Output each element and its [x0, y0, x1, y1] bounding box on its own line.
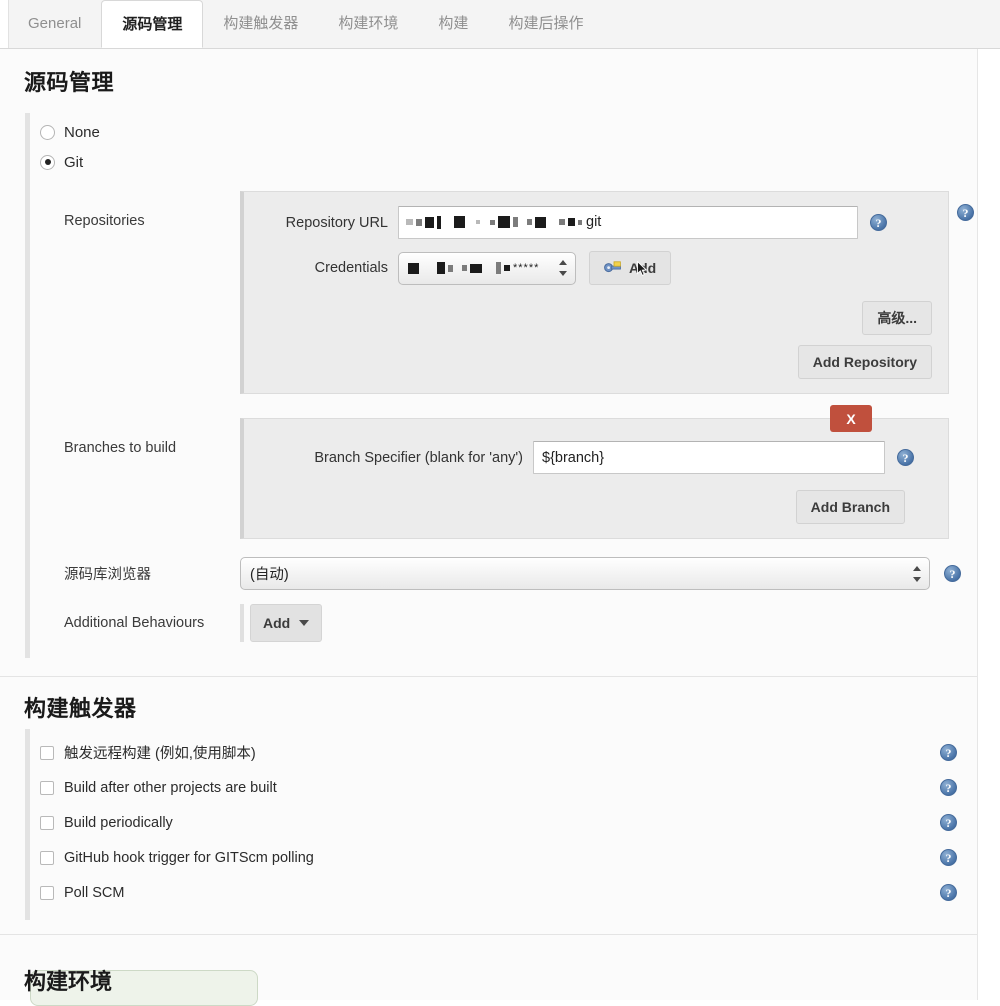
help-icon-build-after-other-projects[interactable]: ?: [940, 779, 957, 796]
advanced-button-row: 高级...: [258, 301, 932, 335]
credentials-redacted-value: *****: [408, 262, 539, 274]
repository-url-input[interactable]: [398, 206, 858, 239]
branches-row: Branches to build X Branch Specifier (bl…: [30, 405, 977, 539]
credentials-select[interactable]: *****: [398, 251, 576, 285]
repository-browser-select[interactable]: (自动): [240, 557, 930, 590]
credentials-masked-text: *****: [513, 262, 540, 274]
repository-browser-value: (自动): [250, 567, 289, 583]
trigger-build-periodically-label: Build periodically: [64, 814, 173, 831]
scm-option-git[interactable]: Git: [30, 147, 977, 177]
config-tabbar: General 源码管理 构建触发器 构建环境 构建 构建后操作: [0, 0, 1000, 49]
help-icon-poll-scm[interactable]: ?: [940, 884, 957, 901]
trigger-github-hook[interactable]: GitHub hook trigger for GITScm polling ?: [30, 840, 977, 875]
repositories-row: Repositories ? Repository URL git ? Cred…: [30, 191, 977, 394]
chevron-updown-icon: [559, 259, 568, 277]
trigger-remote-build[interactable]: 触发远程构建 (例如,使用脚本) ?: [30, 735, 977, 770]
repository-url-row: Repository URL git ?: [258, 206, 932, 239]
scm-option-none-label: None: [64, 123, 100, 141]
scm-section-title: 源码管理: [24, 70, 115, 95]
tab-build-environment[interactable]: 构建环境: [318, 0, 418, 48]
config-content: 源码管理 None Git Repositories ? Repository …: [0, 49, 978, 1006]
checkbox-build-after-other-projects[interactable]: [40, 780, 54, 795]
scm-block: None Git Repositories ? Repository URL g…: [25, 113, 977, 658]
branch-specifier-label: Branch Specifier (blank for 'any'): [314, 449, 523, 466]
delete-branch-button[interactable]: X: [830, 405, 872, 432]
trigger-poll-scm-label: Poll SCM: [64, 884, 125, 901]
help-icon-repository-browser[interactable]: ?: [944, 565, 961, 582]
tab-build-triggers[interactable]: 构建触发器: [203, 0, 318, 48]
add-credentials-button[interactable]: Add: [589, 251, 672, 285]
chevron-down-icon: [299, 620, 310, 626]
chevron-updown-icon-browser: [913, 565, 922, 583]
scm-option-none[interactable]: None: [30, 117, 977, 147]
additional-behaviours-add-wrap: Add: [240, 604, 323, 642]
help-icon-github-hook[interactable]: ?: [940, 849, 957, 866]
additional-behaviours-add-button[interactable]: Add: [250, 604, 323, 642]
repository-browser-label: 源码库浏览器: [64, 567, 151, 583]
credentials-row: Credentials ***** Add: [258, 251, 932, 285]
help-icon-trigger-remote-build[interactable]: ?: [940, 744, 957, 761]
trigger-build-after-other-projects-label: Build after other projects are built: [64, 779, 277, 796]
build-env-section-title: 构建环境: [24, 969, 113, 994]
additional-behaviours-add-label: Add: [263, 615, 291, 631]
tab-post-build-actions[interactable]: 构建后操作: [488, 0, 603, 48]
radio-git[interactable]: [40, 154, 55, 170]
tab-general[interactable]: General: [8, 0, 101, 48]
checkbox-build-periodically[interactable]: [40, 815, 54, 830]
add-credentials-button-label: Add: [629, 260, 657, 276]
help-icon-repositories[interactable]: ?: [957, 204, 974, 221]
additional-behaviours-row: Additional Behaviours Add: [40, 604, 977, 642]
branch-specifier-input[interactable]: [533, 441, 885, 474]
trigger-remote-build-label: 触发远程构建 (例如,使用脚本): [64, 746, 256, 762]
repositories-label: Repositories: [64, 213, 145, 229]
trigger-github-hook-label: GitHub hook trigger for GITScm polling: [64, 849, 314, 866]
checkbox-poll-scm[interactable]: [40, 885, 54, 900]
additional-behaviours-label: Additional Behaviours: [64, 615, 205, 631]
tab-scm[interactable]: 源码管理: [101, 0, 204, 48]
credentials-label: Credentials: [314, 260, 388, 276]
repository-browser-row: 源码库浏览器 (自动) ?: [30, 557, 977, 590]
help-icon-repository-url[interactable]: ?: [870, 214, 887, 231]
triggers-section-title: 构建触发器: [24, 696, 137, 721]
advanced-button[interactable]: 高级...: [862, 301, 932, 335]
triggers-block: 触发远程构建 (例如,使用脚本) ? Build after other pro…: [25, 729, 977, 920]
trigger-build-after-other-projects[interactable]: Build after other projects are built ?: [30, 770, 977, 805]
branches-label: Branches to build: [64, 440, 177, 456]
add-branch-button[interactable]: Add Branch: [795, 490, 905, 524]
repository-url-label: Repository URL: [285, 214, 388, 231]
checkbox-trigger-remote-build[interactable]: [40, 745, 54, 760]
radio-none[interactable]: [40, 124, 55, 140]
checkbox-github-hook[interactable]: [40, 850, 54, 865]
trigger-build-periodically[interactable]: Build periodically ?: [30, 805, 977, 840]
help-icon-build-periodically[interactable]: ?: [940, 814, 957, 831]
branches-panel: X Branch Specifier (blank for 'any') ? A…: [240, 405, 949, 539]
tab-build[interactable]: 构建: [418, 0, 488, 48]
section-divider-bottom: [0, 934, 977, 935]
add-repository-button[interactable]: Add Repository: [797, 345, 932, 379]
help-icon-branch-specifier[interactable]: ?: [897, 449, 914, 466]
repositories-panel: ? Repository URL git ? Credentials *****…: [240, 191, 974, 394]
add-branch-button-row: Add Branch: [258, 490, 932, 524]
add-repository-button-row: Add Repository: [258, 345, 932, 379]
scm-option-git-label: Git: [64, 153, 84, 171]
jenkins-job-config-page: General 源码管理 构建触发器 构建环境 构建 构建后操作 源码管理 None Gi…: [0, 0, 1000, 1006]
trigger-poll-scm[interactable]: Poll SCM ?: [30, 875, 977, 910]
branch-specifier-row: Branch Specifier (blank for 'any') ?: [258, 441, 932, 474]
key-icon: [604, 260, 622, 276]
